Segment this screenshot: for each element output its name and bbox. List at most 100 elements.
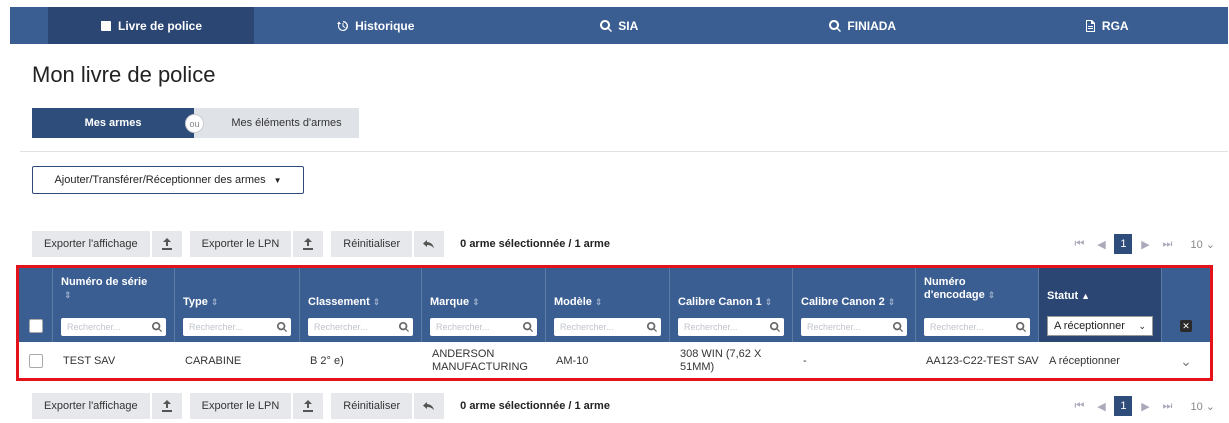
col-marque[interactable]: Marque ⇕ Rechercher... xyxy=(422,268,546,342)
book-icon xyxy=(100,20,111,31)
tab-finiada[interactable]: FINIADA xyxy=(741,7,985,44)
col-serial[interactable]: Numéro de série ⇕ Rechercher... xyxy=(53,268,175,342)
col-calibre2-label: Calibre Canon 2 xyxy=(801,296,885,308)
last-page-icon[interactable]: ⏭ xyxy=(1158,238,1176,251)
cell-modele: AM-10 xyxy=(556,354,589,367)
placeholder: Rechercher... xyxy=(560,322,614,332)
col-marque-label: Marque xyxy=(430,296,470,308)
col-label: Type ⇕ xyxy=(183,296,218,308)
col-label: Calibre Canon 2 ⇕ xyxy=(801,296,895,308)
tab-label: RGA xyxy=(1101,18,1129,33)
classement-search-input[interactable]: Rechercher... xyxy=(308,318,413,336)
expand-row-icon[interactable]: ⌄ xyxy=(1162,344,1210,378)
col-statut-label: Statut xyxy=(1047,290,1079,302)
col-encodage[interactable]: Numéro d'encodage ⇕ Rechercher... xyxy=(916,268,1039,342)
tab-historique[interactable]: Historique xyxy=(254,7,498,44)
upload-icon[interactable] xyxy=(151,231,182,257)
modele-search-input[interactable]: Rechercher... xyxy=(554,318,661,336)
placeholder: Rechercher... xyxy=(314,322,368,332)
table-toolbar-bottom: Exporter l'affichage Exporter le LPN Réi… xyxy=(32,393,610,419)
col-calibre2[interactable]: Calibre Canon 2 ⇕ Rechercher... xyxy=(793,268,916,342)
col-classement[interactable]: Classement ⇕ Rechercher... xyxy=(300,268,422,342)
col-label: Statut ▲ xyxy=(1047,290,1090,302)
pagination-top: ⏮ ◀ 1 ▶ ⏭ 10 ⌄ xyxy=(1070,231,1215,257)
export-lpn-button[interactable]: Exporter le LPN xyxy=(189,393,292,419)
reset-button[interactable]: Réinitialiser xyxy=(331,393,413,419)
col-label: Numéro de série ⇕ xyxy=(61,276,147,302)
tab-rga[interactable]: RGA xyxy=(985,7,1229,44)
calibre1-search-input[interactable]: Rechercher... xyxy=(678,318,784,336)
search-icon xyxy=(770,322,780,332)
search-icon xyxy=(399,322,409,332)
current-page[interactable]: 1 xyxy=(1114,234,1133,254)
export-display-button[interactable]: Exporter l'affichage xyxy=(32,393,150,419)
serial-search-input[interactable]: Rechercher... xyxy=(61,318,166,336)
toggle-mes-elements[interactable]: Mes éléments d'armes xyxy=(194,108,359,138)
status-filter-select[interactable]: A réceptionner ⌄ xyxy=(1047,316,1153,336)
col-type-label: Type xyxy=(183,296,208,308)
sort-asc-icon: ▲ xyxy=(1081,291,1091,301)
upload-icon[interactable] xyxy=(293,231,324,257)
cell-classement: B 2° e) xyxy=(310,354,344,367)
prev-page-icon[interactable]: ◀ xyxy=(1092,400,1110,413)
first-page-icon[interactable]: ⏮ xyxy=(1070,400,1088,413)
placeholder: Rechercher... xyxy=(189,322,243,332)
tab-label: FINIADA xyxy=(847,18,897,33)
search-icon xyxy=(152,322,162,332)
export-lpn-button[interactable]: Exporter le LPN xyxy=(189,231,292,257)
cell-type: CARABINE xyxy=(185,354,242,367)
reset-button[interactable]: Réinitialiser xyxy=(331,231,413,257)
tab-label: SIA xyxy=(618,18,639,33)
undo-icon[interactable] xyxy=(414,393,445,419)
select-all-checkbox[interactable] xyxy=(29,319,43,333)
caret-down-icon: ▼ xyxy=(273,175,282,185)
top-nav: Livre de police Historique SIA FINIADA R… xyxy=(10,7,1228,44)
page-size-select[interactable]: 10 ⌄ xyxy=(1190,238,1215,251)
clear-filters-icon[interactable]: ✕ xyxy=(1180,320,1192,332)
tab-sia[interactable]: SIA xyxy=(498,7,742,44)
tab-livre-de-police[interactable]: Livre de police xyxy=(48,7,254,44)
col-label: Classement ⇕ xyxy=(308,296,380,308)
search-icon xyxy=(523,322,533,332)
calibre2-search-input[interactable]: Rechercher... xyxy=(801,318,907,336)
marque-search-input[interactable]: Rechercher... xyxy=(430,318,537,336)
toggle-mes-armes[interactable]: Mes armes xyxy=(32,108,194,138)
next-page-icon[interactable]: ▶ xyxy=(1136,400,1154,413)
next-page-icon[interactable]: ▶ xyxy=(1136,238,1154,251)
cell-encodage: AA123-C22-TEST SAV xyxy=(926,354,1039,367)
search-icon xyxy=(829,19,842,32)
col-statut[interactable]: Statut ▲ A réceptionner ⌄ xyxy=(1039,268,1162,342)
type-search-input[interactable]: Rechercher... xyxy=(183,318,291,336)
selection-count: 0 arme sélectionnée / 1 arme xyxy=(460,400,610,412)
upload-icon[interactable] xyxy=(293,393,324,419)
first-page-icon[interactable]: ⏮ xyxy=(1070,238,1088,251)
placeholder: Rechercher... xyxy=(436,322,490,332)
table-header: Numéro de série ⇕ Rechercher... Type ⇕ Rec… xyxy=(19,268,1210,342)
sort-icon: ⇕ xyxy=(764,297,773,307)
last-page-icon[interactable]: ⏭ xyxy=(1158,400,1176,413)
search-icon xyxy=(277,322,287,332)
export-display-button[interactable]: Exporter l'affichage xyxy=(32,231,150,257)
current-page[interactable]: 1 xyxy=(1114,396,1133,416)
add-transfer-receive-button[interactable]: Ajouter/Transférer/Réceptionner des arme… xyxy=(32,166,304,194)
add-button-label: Ajouter/Transférer/Réceptionner des arme… xyxy=(54,174,266,186)
encodage-search-input[interactable]: Rechercher... xyxy=(924,318,1030,336)
chevron-down-icon: ⌄ xyxy=(1205,238,1215,251)
prev-page-icon[interactable]: ◀ xyxy=(1092,238,1110,251)
placeholder: Rechercher... xyxy=(684,322,738,332)
tab-label: Historique xyxy=(355,18,415,33)
status-filter-value: A réceptionner xyxy=(1054,320,1125,332)
col-calibre1[interactable]: Calibre Canon 1 ⇕ Rechercher... xyxy=(670,268,793,342)
upload-icon[interactable] xyxy=(151,393,182,419)
page-size-value: 10 xyxy=(1190,400,1203,413)
row-checkbox[interactable] xyxy=(29,354,43,368)
or-badge: ou xyxy=(185,114,204,133)
table-row[interactable]: TEST SAV CARABINE B 2° e) ANDERSON MANUF… xyxy=(19,344,1210,378)
page-size-select[interactable]: 10 ⌄ xyxy=(1190,400,1215,413)
sort-icon: ⇕ xyxy=(987,290,996,300)
col-type[interactable]: Type ⇕ Rechercher... xyxy=(175,268,300,342)
col-modele[interactable]: Modèle ⇕ Rechercher... xyxy=(546,268,670,342)
undo-icon[interactable] xyxy=(414,231,445,257)
placeholder: Rechercher... xyxy=(930,322,984,332)
tab-label: Livre de police xyxy=(117,18,203,33)
